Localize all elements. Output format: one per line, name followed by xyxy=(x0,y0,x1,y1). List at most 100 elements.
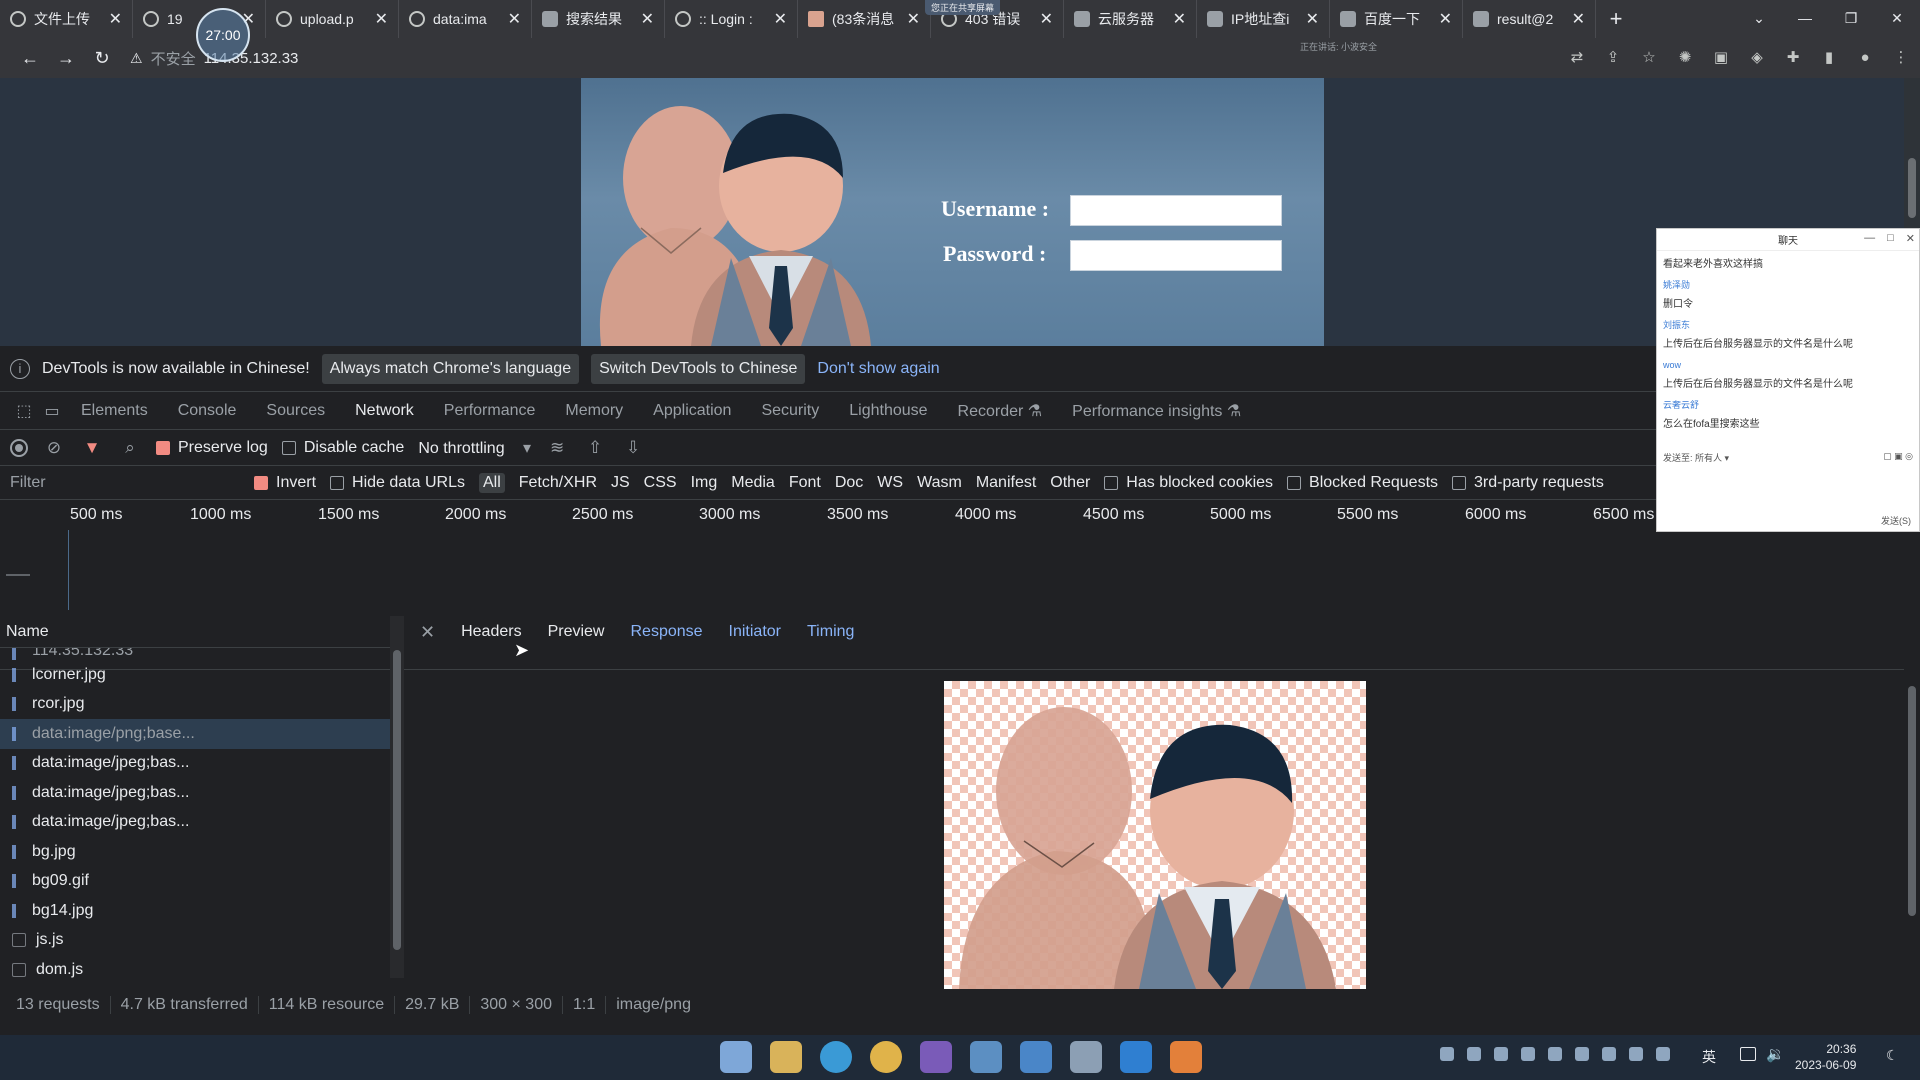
tab-close-icon[interactable]: ✕ xyxy=(774,9,787,29)
tray-app-icon[interactable] xyxy=(1467,1047,1481,1061)
password-input[interactable] xyxy=(1070,240,1282,271)
tab-performance[interactable]: Performance xyxy=(429,402,551,420)
extension-gear-icon[interactable]: ✺ xyxy=(1676,49,1694,67)
filter-funnel-icon[interactable]: ▼ xyxy=(80,438,104,458)
browser-tab[interactable]: 百度一下 ✕ xyxy=(1330,0,1463,38)
request-row[interactable]: data:image/jpeg;bas... xyxy=(0,749,390,779)
invert-checkbox[interactable]: Invert xyxy=(254,474,316,492)
browser-tab[interactable]: 云服务器 ✕ xyxy=(1064,0,1197,38)
filter-type-media[interactable]: Media xyxy=(731,474,775,492)
filter-input[interactable]: Filter xyxy=(10,474,240,492)
browser-tab[interactable]: result@2 ✕ xyxy=(1463,0,1596,38)
tab-close-icon[interactable]: ✕ xyxy=(907,9,920,29)
detail-scrollbar[interactable] xyxy=(1904,656,1920,986)
device-toolbar-icon[interactable]: ▭ xyxy=(38,401,66,421)
menu-kebab-icon[interactable]: ⋮ xyxy=(1892,49,1910,67)
maximize-icon[interactable]: □ xyxy=(1887,232,1894,245)
request-row[interactable]: data:image/jpeg;bas... xyxy=(0,778,390,808)
file-icon[interactable]: ▢ xyxy=(1883,451,1892,461)
tab-close-icon[interactable]: ✕ xyxy=(1173,9,1186,29)
search-icon[interactable]: ⌕ xyxy=(118,438,142,458)
tab-headers[interactable]: Headers xyxy=(461,623,521,641)
tray-app-icon[interactable] xyxy=(1440,1047,1454,1061)
network-icon[interactable] xyxy=(1740,1047,1756,1061)
request-row[interactable]: js.js xyxy=(0,926,390,956)
username-input[interactable] xyxy=(1070,195,1282,226)
screenshot-icon[interactable]: ▣ xyxy=(1894,451,1903,461)
filter-type-img[interactable]: Img xyxy=(691,474,718,492)
filter-type-css[interactable]: CSS xyxy=(644,474,677,492)
start-menu-icon[interactable] xyxy=(720,1041,752,1073)
tray-app-icon[interactable] xyxy=(1602,1047,1616,1061)
filter-type-js[interactable]: JS xyxy=(611,474,630,492)
tab-lighthouse[interactable]: Lighthouse xyxy=(834,402,942,420)
chrome-browser-icon[interactable] xyxy=(870,1041,902,1073)
tab-close-icon[interactable]: ✕ xyxy=(1040,9,1053,29)
tab-timing[interactable]: Timing xyxy=(807,623,854,641)
tab-close-icon[interactable]: ✕ xyxy=(1572,9,1585,29)
tray-microphone-icon[interactable] xyxy=(1656,1047,1670,1061)
switch-to-chinese-button[interactable]: Switch DevTools to Chinese xyxy=(591,353,806,384)
filter-type-ws[interactable]: WS xyxy=(877,474,903,492)
filter-type-manifest[interactable]: Manifest xyxy=(976,474,1036,492)
preserve-log-checkbox[interactable]: Preserve log xyxy=(156,439,268,457)
browser-tab[interactable]: data:ima ✕ xyxy=(399,0,532,38)
tab-network[interactable]: Network xyxy=(340,402,429,420)
record-stop-icon[interactable] xyxy=(10,438,28,457)
request-row[interactable]: bg14.jpg xyxy=(0,896,390,926)
has-blocked-cookies-checkbox[interactable]: Has blocked cookies xyxy=(1104,474,1273,492)
puzzle-extensions-icon[interactable]: ✚ xyxy=(1784,49,1802,67)
requests-scrollbar[interactable] xyxy=(390,616,404,978)
tab-close-icon[interactable]: ✕ xyxy=(508,9,521,29)
tab-console[interactable]: Console xyxy=(163,402,252,420)
notification-icon[interactable]: ☾ xyxy=(1886,1047,1899,1064)
request-row[interactable]: bg.jpg xyxy=(0,837,390,867)
request-row[interactable]: dom.js xyxy=(0,955,390,978)
scroll-thumb[interactable] xyxy=(393,650,401,950)
filter-type-font[interactable]: Font xyxy=(789,474,821,492)
input-method-indicator[interactable]: 英 xyxy=(1702,1047,1716,1067)
extension-icon[interactable]: ◈ xyxy=(1748,49,1766,67)
tab-response[interactable]: Response xyxy=(630,623,702,641)
browser-tab[interactable]: (83条消息 ✕ xyxy=(798,0,931,38)
back-arrow-icon[interactable]: ← xyxy=(12,48,48,69)
request-row-selected[interactable]: data:image/png;base... xyxy=(0,719,390,749)
taskbar-clock[interactable]: 20:36 2023-06-09 xyxy=(1795,1041,1856,1073)
chat-send-button[interactable]: 发送(S) xyxy=(1881,514,1911,527)
name-column-header[interactable]: Name xyxy=(6,623,49,641)
tab-close-icon[interactable]: ✕ xyxy=(1439,9,1452,29)
filter-type-doc[interactable]: Doc xyxy=(835,474,863,492)
tab-elements[interactable]: Elements xyxy=(66,402,163,420)
warning-icon[interactable]: ⚠ xyxy=(130,50,143,67)
translate-icon[interactable]: ⇄ xyxy=(1568,49,1586,67)
always-match-language-button[interactable]: Always match Chrome's language xyxy=(321,353,580,384)
tab-close-icon[interactable]: ✕ xyxy=(1306,9,1319,29)
phpstorm-icon[interactable] xyxy=(920,1041,952,1073)
wifi-conditions-icon[interactable]: ≋ xyxy=(545,438,569,458)
filter-type-wasm[interactable]: Wasm xyxy=(917,474,962,492)
tab-initiator[interactable]: Initiator xyxy=(729,623,781,641)
tray-app-icon[interactable] xyxy=(1521,1047,1535,1061)
browser-tab[interactable]: 搜索结果 ✕ xyxy=(532,0,665,38)
tray-app-icon[interactable] xyxy=(1575,1047,1589,1061)
minimize-icon[interactable]: — xyxy=(1864,232,1875,245)
photos-icon[interactable] xyxy=(1020,1041,1052,1073)
tray-battery-icon[interactable] xyxy=(1629,1047,1643,1061)
tab-performance-insights[interactable]: Performance insights ⚗ xyxy=(1057,401,1256,421)
side-panel-icon[interactable]: ▮ xyxy=(1820,49,1838,67)
request-row[interactable]: 114.35.132.33 xyxy=(0,648,390,660)
extension-screenshot-icon[interactable]: ▣ xyxy=(1712,49,1730,67)
sublime-text-icon[interactable] xyxy=(1170,1041,1202,1073)
browser-tab[interactable]: upload.p ✕ xyxy=(266,0,399,38)
tray-app-icon[interactable] xyxy=(1548,1047,1562,1061)
volume-icon[interactable]: 🔉 xyxy=(1766,1045,1785,1063)
bookmark-star-icon[interactable]: ☆ xyxy=(1640,49,1658,67)
inspect-element-icon[interactable]: ⬚ xyxy=(10,401,38,421)
new-tab-button[interactable]: + xyxy=(1596,6,1636,32)
tab-application[interactable]: Application xyxy=(638,402,746,420)
tab-preview[interactable]: Preview xyxy=(548,623,605,641)
filter-type-fetch-xhr[interactable]: Fetch/XHR xyxy=(519,474,597,492)
tab-sources[interactable]: Sources xyxy=(251,402,340,420)
tab-security[interactable]: Security xyxy=(746,402,834,420)
tab-close-icon[interactable]: ✕ xyxy=(641,9,654,29)
